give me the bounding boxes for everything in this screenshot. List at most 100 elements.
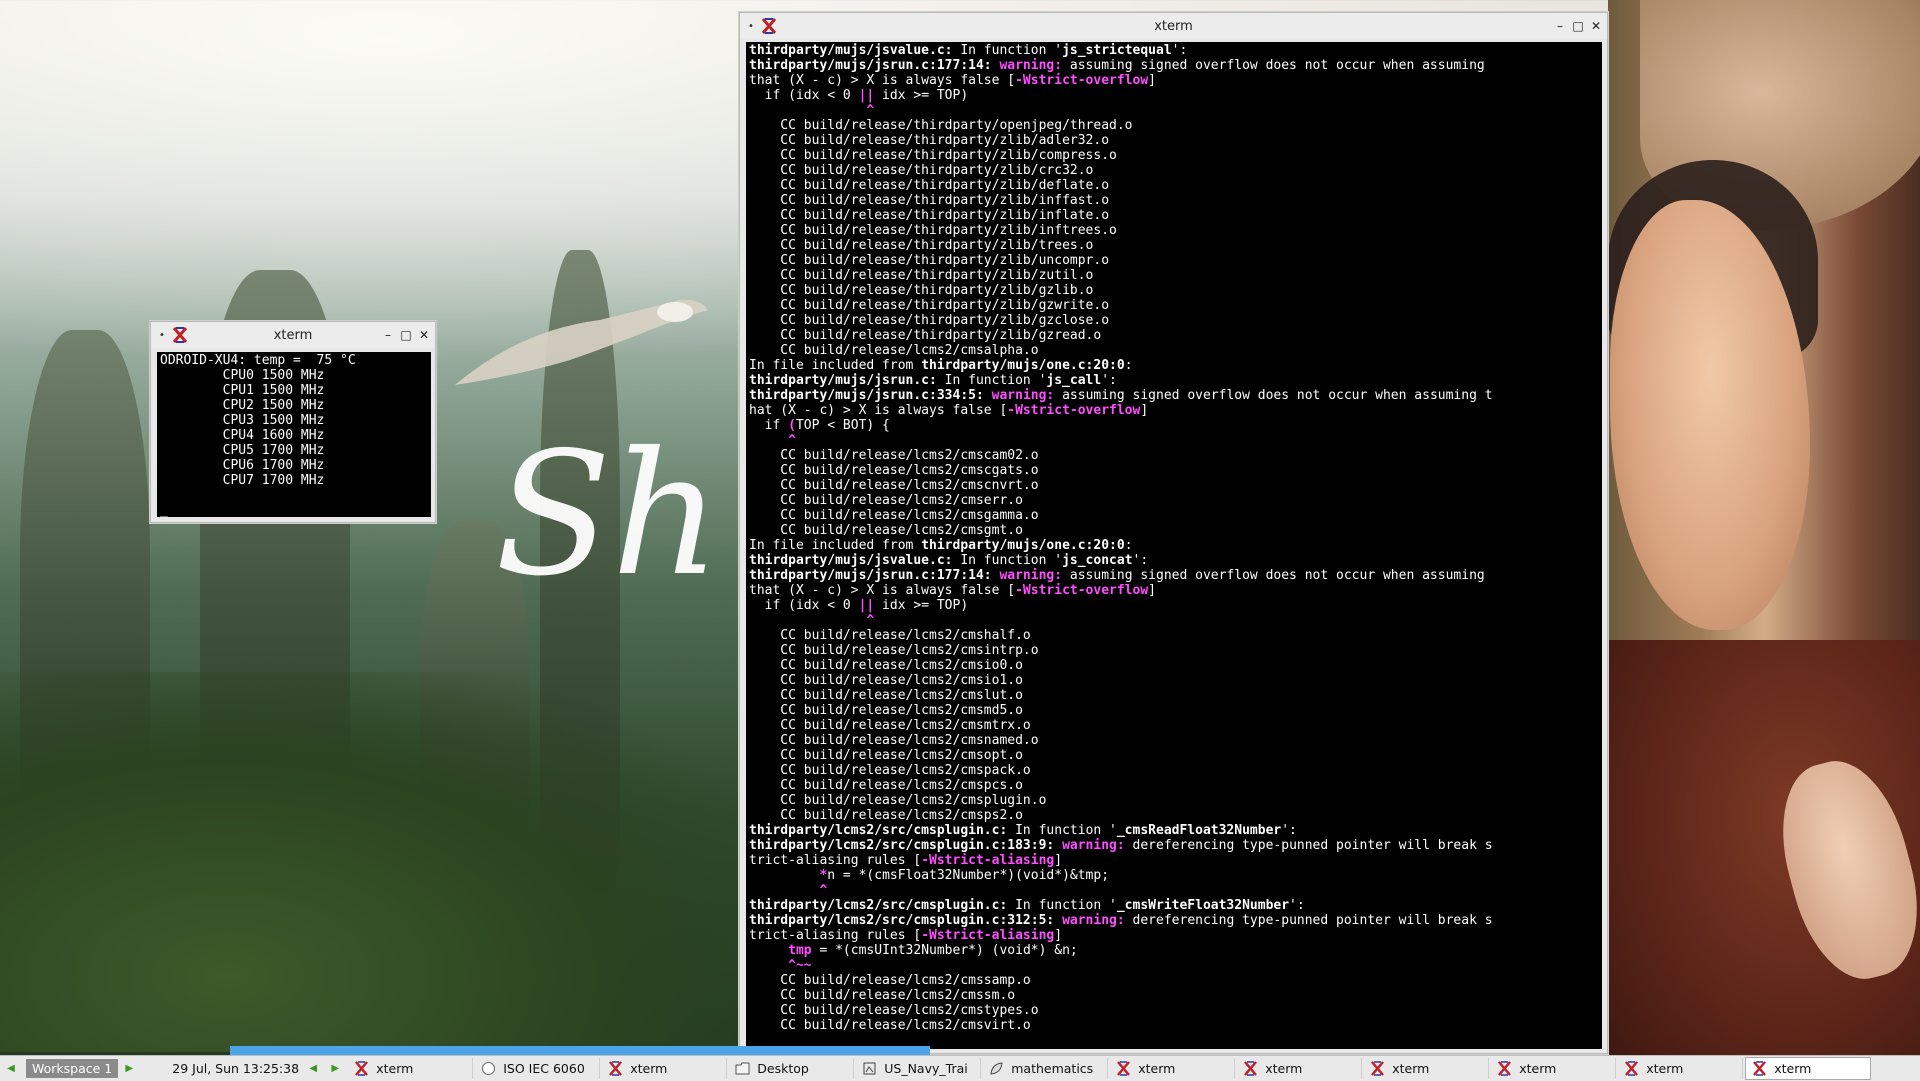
maximize-button[interactable]: □ [1571,18,1585,34]
terminal-text-segment: js_call [1046,373,1102,388]
terminal-text-segment: CC build/release/thirdparty/zlib/inflate… [749,208,1110,223]
taskbar-task-label: Desktop [757,1061,809,1076]
xterm-icon [172,327,188,343]
taskbar-task-button[interactable]: xterm [1745,1057,1872,1080]
workspace-button[interactable]: Workspace 1 [26,1059,119,1078]
terminal-line: CC build/release/thirdparty/zlib/gzwrite… [749,298,1599,313]
terminal-line: CC build/release/lcms2/cmscnvrt.o [749,478,1599,493]
terminal-line: thirdparty/lcms2/src/cmsplugin.c: In fun… [749,823,1599,838]
terminal-line: CPU2 1500 MHz [160,398,325,413]
terminal-text-segment: CC build/release/lcms2/cmsgamma.o [749,508,1039,523]
terminal-line: CC build/release/lcms2/cmsmd5.o [749,703,1599,718]
terminal-text-segment: In file included from [749,538,922,553]
terminal-output[interactable]: thirdparty/mujs/jsvalue.c: In function '… [746,42,1602,1049]
terminal-line: *n = *(cmsFloat32Number*)(void*)&tmp; [749,868,1599,883]
taskbar-task-button[interactable]: xterm [1237,1058,1363,1079]
terminal-line: CPU0 1500 MHz [160,368,325,383]
terminal-text-segment: thirdparty/mujs/jsrun.c:177:14: [749,568,1000,583]
terminal-text-segment: thirdparty/lcms2/src/cmsplugin.c: [749,823,1008,838]
taskbar-task-button[interactable]: xterm [1491,1058,1617,1079]
taskbar-task-label: xterm [1519,1061,1557,1076]
terminal-text-segment: ] [1054,853,1063,868]
minimize-button[interactable]: – [381,327,395,343]
terminal-text-segment: _cmsReadFloat32Number [1116,823,1282,838]
taskbar-task-button[interactable]: US_Navy_Trai [856,1058,982,1079]
image-viewer-icon [862,1061,877,1076]
window-menu-icon[interactable]: • [155,330,169,341]
terminal-text-segment: CC build/release/lcms2/cmspack.o [749,763,1031,778]
terminal-output[interactable]: ODROID-XU4: temp = 75 °C CPU0 1500 MHz C… [157,352,431,517]
terminal-text-segment: assuming signed overflow does not occur … [1054,388,1493,403]
terminal-line: CPU5 1700 MHz [160,443,325,458]
taskbar-task-button[interactable]: Desktop [729,1058,855,1079]
folder-icon [735,1061,750,1076]
window-title: xterm [1154,18,1193,34]
terminal-line: CC build/release/thirdparty/zlib/compres… [749,148,1599,163]
terminal-line: CPU7 1700 MHz [160,473,325,488]
terminal-line: CC build/release/lcms2/cmsvirt.o [749,1018,1599,1033]
terminal-text-segment: ^~~ [788,958,812,973]
terminal-line: thirdparty/mujs/jsrun.c:177:14: warning:… [749,58,1599,73]
main-xterm-window[interactable]: • xterm – □ ✕ thirdparty/mujs/jsvalue.c:… [739,12,1608,1054]
taskbar-task-button[interactable]: xterm [348,1058,474,1079]
terminal-text-segment: = *(cmsUInt32Number*) (void*) &n; [811,943,1078,958]
terminal-text-segment: CC build/release/lcms2/cmsnamed.o [749,733,1039,748]
terminal-text-segment: warning: [1062,838,1125,853]
taskbar-task-label: xterm [1138,1061,1176,1076]
taskbar-task-button[interactable]: ISO IEC 6060 [475,1058,601,1079]
terminal-line: thirdparty/lcms2/src/cmsplugin.c:183:9: … [749,838,1599,853]
terminal-text-segment: CC build/release/lcms2/cmsio1.o [749,673,1023,688]
main-xterm-titlebar[interactable]: • xterm – □ ✕ [740,13,1607,39]
small-xterm-window[interactable]: • xterm – □ ✕ ODROID-XU4: temp = 75 °C C… [150,321,436,523]
xterm-icon [1243,1061,1258,1076]
terminal-text-segment: In function ' [1007,823,1117,838]
terminal-line: CC build/release/lcms2/cmshalf.o [749,628,1599,643]
terminal-text-segment: that (X - c) > X is always false [ [749,73,1016,88]
prev-task-arrow-icon[interactable]: ◀ [302,1063,324,1074]
terminal-text-segment: CC build/release/lcms2/cmsvirt.o [749,1018,1031,1033]
taskbar-task-button[interactable]: mathematics [983,1058,1109,1079]
prev-workspace-arrow-icon[interactable]: ◀ [0,1063,22,1074]
terminal-line: _ [160,503,168,517]
terminal-line: CC build/release/lcms2/cmsmtrx.o [749,718,1599,733]
taskbar-task-label: xterm [376,1061,414,1076]
taskbar-task-button[interactable]: xterm [1618,1058,1744,1079]
terminal-text-segment: thirdparty/lcms2/src/cmsplugin.c:312:5: [749,913,1063,928]
window-menu-icon[interactable]: • [744,21,758,32]
terminal-text-segment: CC build/release/lcms2/cmscnvrt.o [749,478,1039,493]
terminal-line: CC build/release/thirdparty/zlib/inflate… [749,208,1599,223]
taskbar-task-button[interactable]: xterm [602,1058,728,1079]
xterm-icon [1370,1061,1385,1076]
terminal-line: ^ [749,613,1599,628]
close-button[interactable]: ✕ [417,327,431,343]
taskbar-task-button[interactable]: xterm [1110,1058,1236,1079]
terminal-text-segment: CC build/release/lcms2/cmsalpha.o [749,343,1039,358]
terminal-text-segment: ^ [866,103,875,118]
terminal-text-segment: : [1124,358,1133,373]
taskbar-task-label: ISO IEC 6060 [503,1061,585,1076]
terminal-text-segment: CC build/release/lcms2/cmserr.o [749,493,1023,508]
terminal-line: thirdparty/mujs/jsrun.c:177:14: warning:… [749,568,1599,583]
terminal-line: ODROID-XU4: temp = 75 °C [160,353,356,368]
small-xterm-titlebar[interactable]: • xterm – □ ✕ [151,322,435,348]
terminal-text-segment: thirdparty/mujs/jsvalue.c: [749,553,953,568]
terminal-text-segment: warning: [991,388,1055,403]
close-button[interactable]: ✕ [1589,18,1603,34]
minimize-button[interactable]: – [1553,18,1567,34]
taskbar-task-button[interactable]: xterm [1364,1058,1490,1079]
terminal-text-segment: ] [1140,403,1149,418]
next-task-arrow-icon[interactable]: ▶ [324,1063,346,1074]
next-workspace-arrow-icon[interactable]: ▶ [118,1063,140,1074]
terminal-text-segment: CC build/release/lcms2/cmsopt.o [749,748,1023,763]
terminal-line: CC build/release/thirdparty/zlib/crc32.o [749,163,1599,178]
terminal-line: if (idx < 0 || idx >= TOP) [749,88,1599,103]
maximize-button[interactable]: □ [399,327,413,343]
terminal-text-segment: thirdparty/lcms2/src/cmsplugin.c:183:9: [749,838,1063,853]
terminal-text-segment: CC build/release/lcms2/cmsio0.o [749,658,1023,673]
leaf-icon [989,1061,1004,1076]
terminal-line: CC build/release/thirdparty/zlib/inftree… [749,223,1599,238]
terminal-line: ^ [749,433,1599,448]
